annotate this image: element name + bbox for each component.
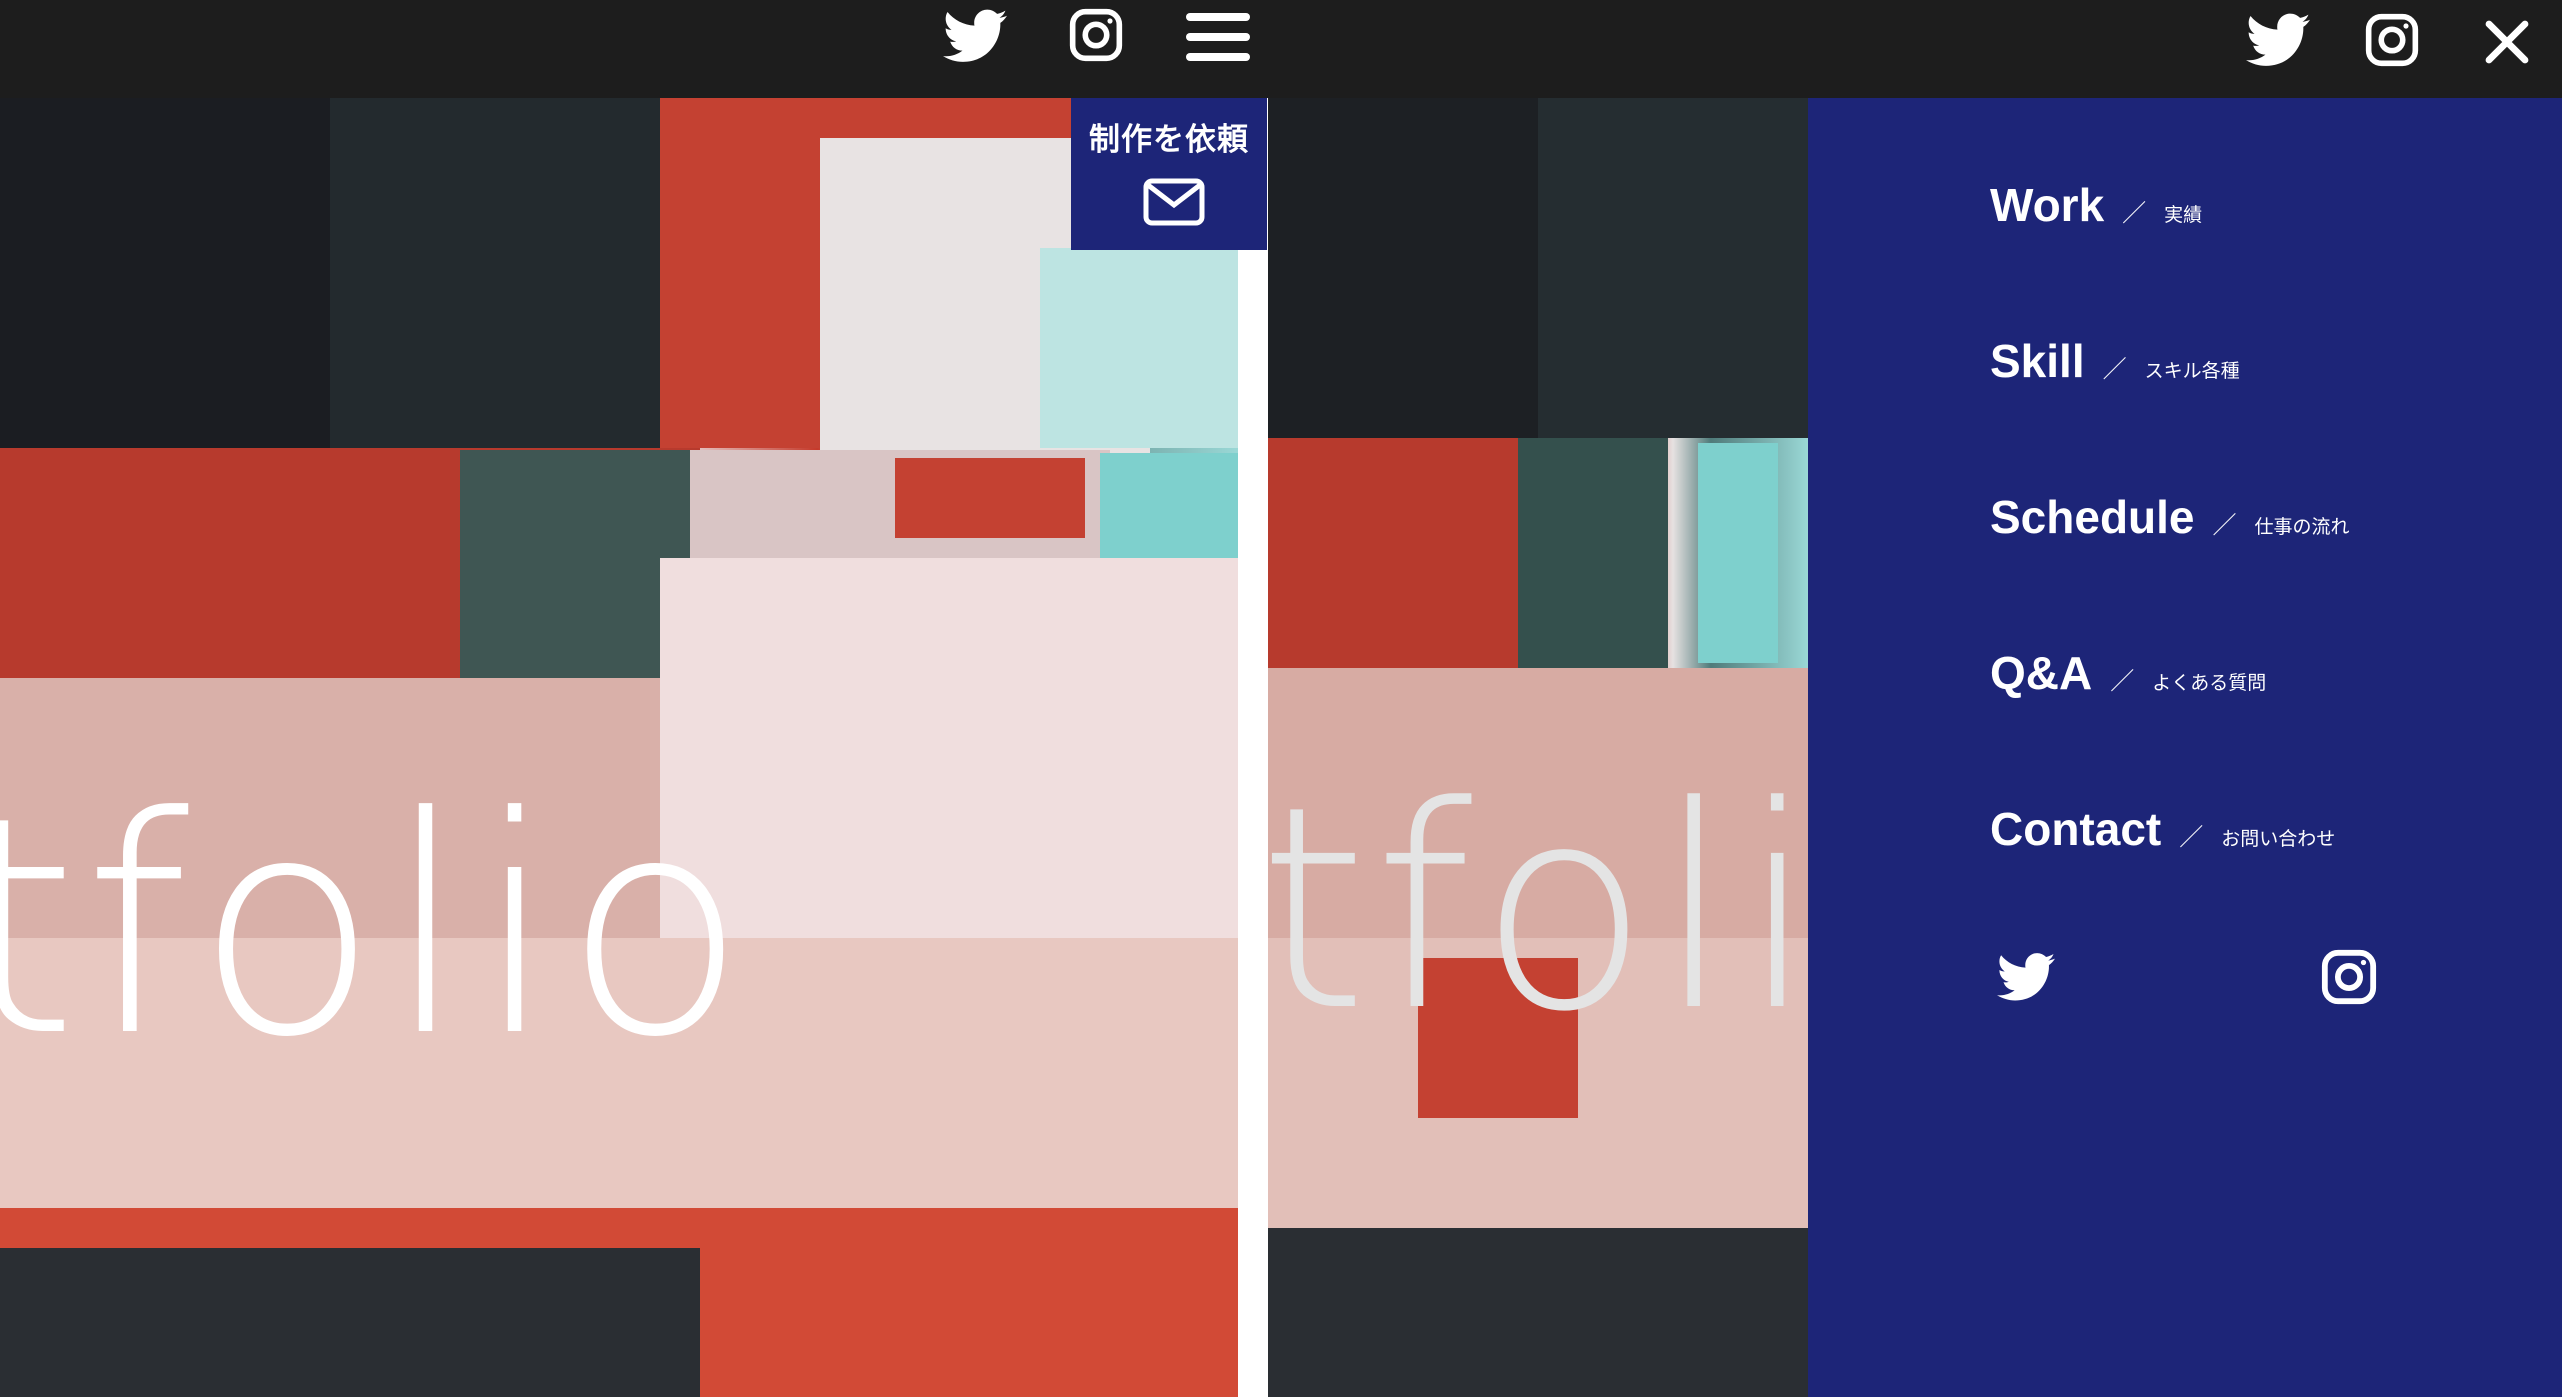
menu-label: Work <box>1990 179 2105 231</box>
menu-sub: 仕事の流れ <box>2254 517 2350 538</box>
menu-item-contact[interactable]: Contact ／ お問い合わせ <box>1990 806 2335 852</box>
instagram-icon[interactable] <box>2364 12 2420 68</box>
menu-label: Skill <box>1990 335 2085 387</box>
twitter-icon[interactable] <box>943 8 1007 64</box>
left-screen: tfolio 制作を依頼 <box>0 0 1268 1397</box>
request-label: 制作を依頼 <box>1089 122 1249 157</box>
glitch-block <box>1268 98 1538 438</box>
menu-label: Q&A <box>1990 647 2093 699</box>
header-bar <box>0 0 1268 98</box>
glitch-block <box>0 98 330 458</box>
glitch-block <box>330 98 660 448</box>
menu-sub: お問い合わせ <box>2221 829 2336 850</box>
glitch-block <box>1268 438 1518 668</box>
menu-slash: ／ <box>2122 200 2147 227</box>
menu-label: Schedule <box>1990 491 2195 543</box>
twitter-icon[interactable] <box>2246 12 2310 68</box>
mail-icon <box>1143 178 1205 226</box>
menu-slash: ／ <box>2110 668 2135 695</box>
instagram-icon[interactable] <box>1068 7 1124 63</box>
menu-slash: ／ <box>2179 824 2204 851</box>
glitch-block <box>1518 438 1668 668</box>
glitch-block <box>1268 1228 1808 1397</box>
menu-slash: ／ <box>2212 512 2237 539</box>
menu-sub: よくある質問 <box>2152 673 2267 694</box>
menu-label: Contact <box>1990 803 2162 855</box>
menu-item-work[interactable]: Work ／ 実績 <box>1990 182 2202 228</box>
request-work-button[interactable]: 制作を依頼 <box>1071 98 1267 250</box>
glitch-block <box>460 450 690 690</box>
glitch-block <box>1040 248 1238 448</box>
right-screen: tfoli Work ／ 実績 Skill ／ スキル各種 Schedule ／… <box>1268 0 2562 1397</box>
menu-item-schedule[interactable]: Schedule ／ 仕事の流れ <box>1990 494 2350 540</box>
hero-image: tfolio <box>0 98 1238 1397</box>
menu-sub: 実績 <box>2164 205 2203 226</box>
glitch-block <box>0 1248 700 1397</box>
hero-title: tfolio <box>0 753 754 1102</box>
nav-drawer: Work ／ 実績 Skill ／ スキル各種 Schedule ／ 仕事の流れ… <box>1808 98 2562 1397</box>
glitch-block <box>1538 98 1808 438</box>
menu-item-qa[interactable]: Q&A ／ よくある質問 <box>1990 650 2266 696</box>
glitch-block <box>1698 443 1778 663</box>
divider <box>1238 250 1268 1397</box>
menu-item-skill[interactable]: Skill ／ スキル各種 <box>1990 338 2240 384</box>
hero-title: tfoli <box>1268 747 1808 1073</box>
menu-slash: ／ <box>2102 356 2127 383</box>
header-bar <box>1268 0 2562 98</box>
instagram-icon[interactable] <box>2320 948 2378 1006</box>
hero-image: tfoli <box>1268 98 1808 1397</box>
twitter-icon[interactable] <box>1997 948 2055 1006</box>
menu-sub: スキル各種 <box>2144 361 2240 382</box>
close-icon[interactable] <box>2483 18 2531 66</box>
hamburger-menu-icon[interactable] <box>1186 12 1250 62</box>
glitch-block <box>895 458 1085 538</box>
